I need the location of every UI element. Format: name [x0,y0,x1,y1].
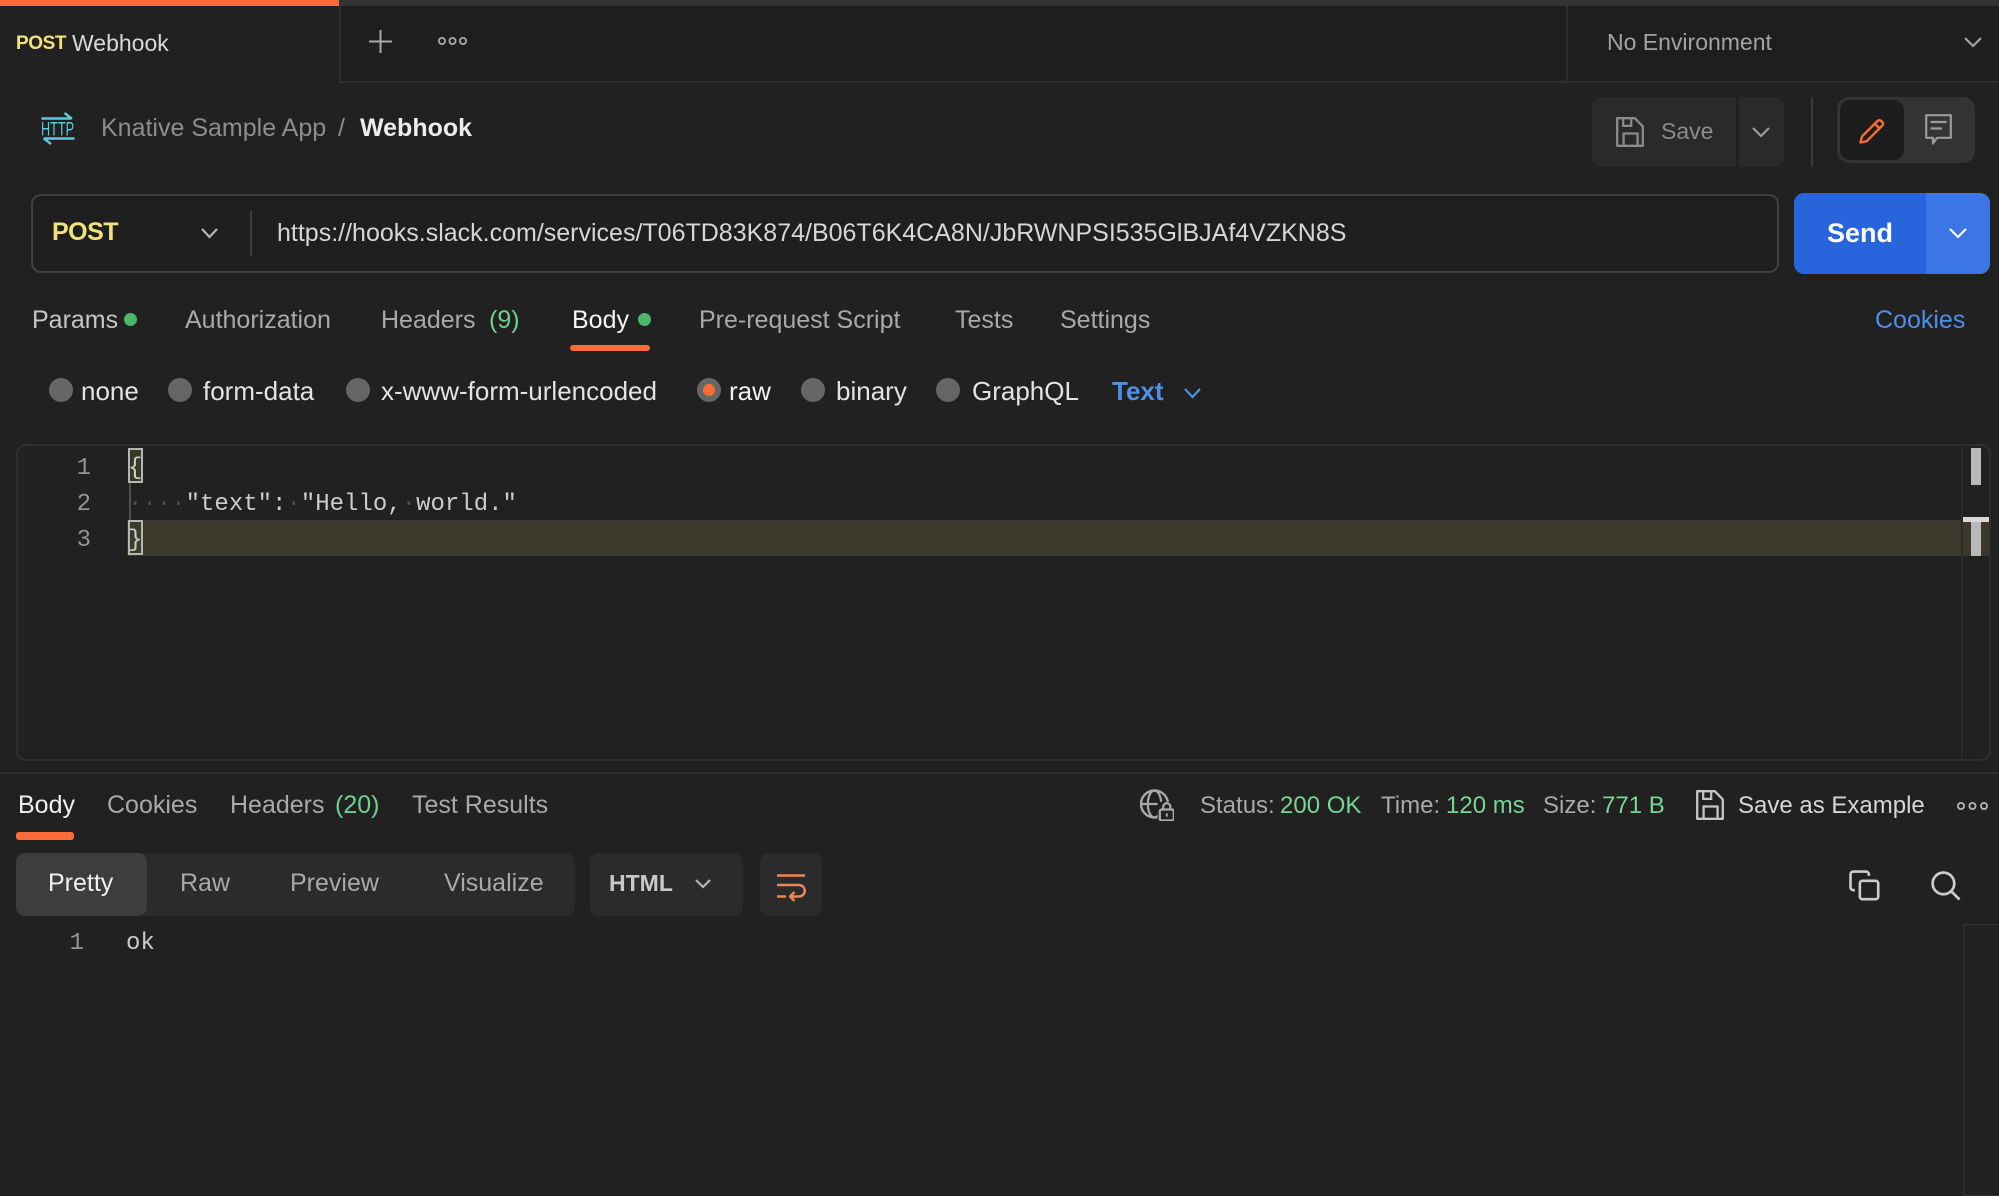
svg-text:HTTP: HTTP [41,120,74,141]
